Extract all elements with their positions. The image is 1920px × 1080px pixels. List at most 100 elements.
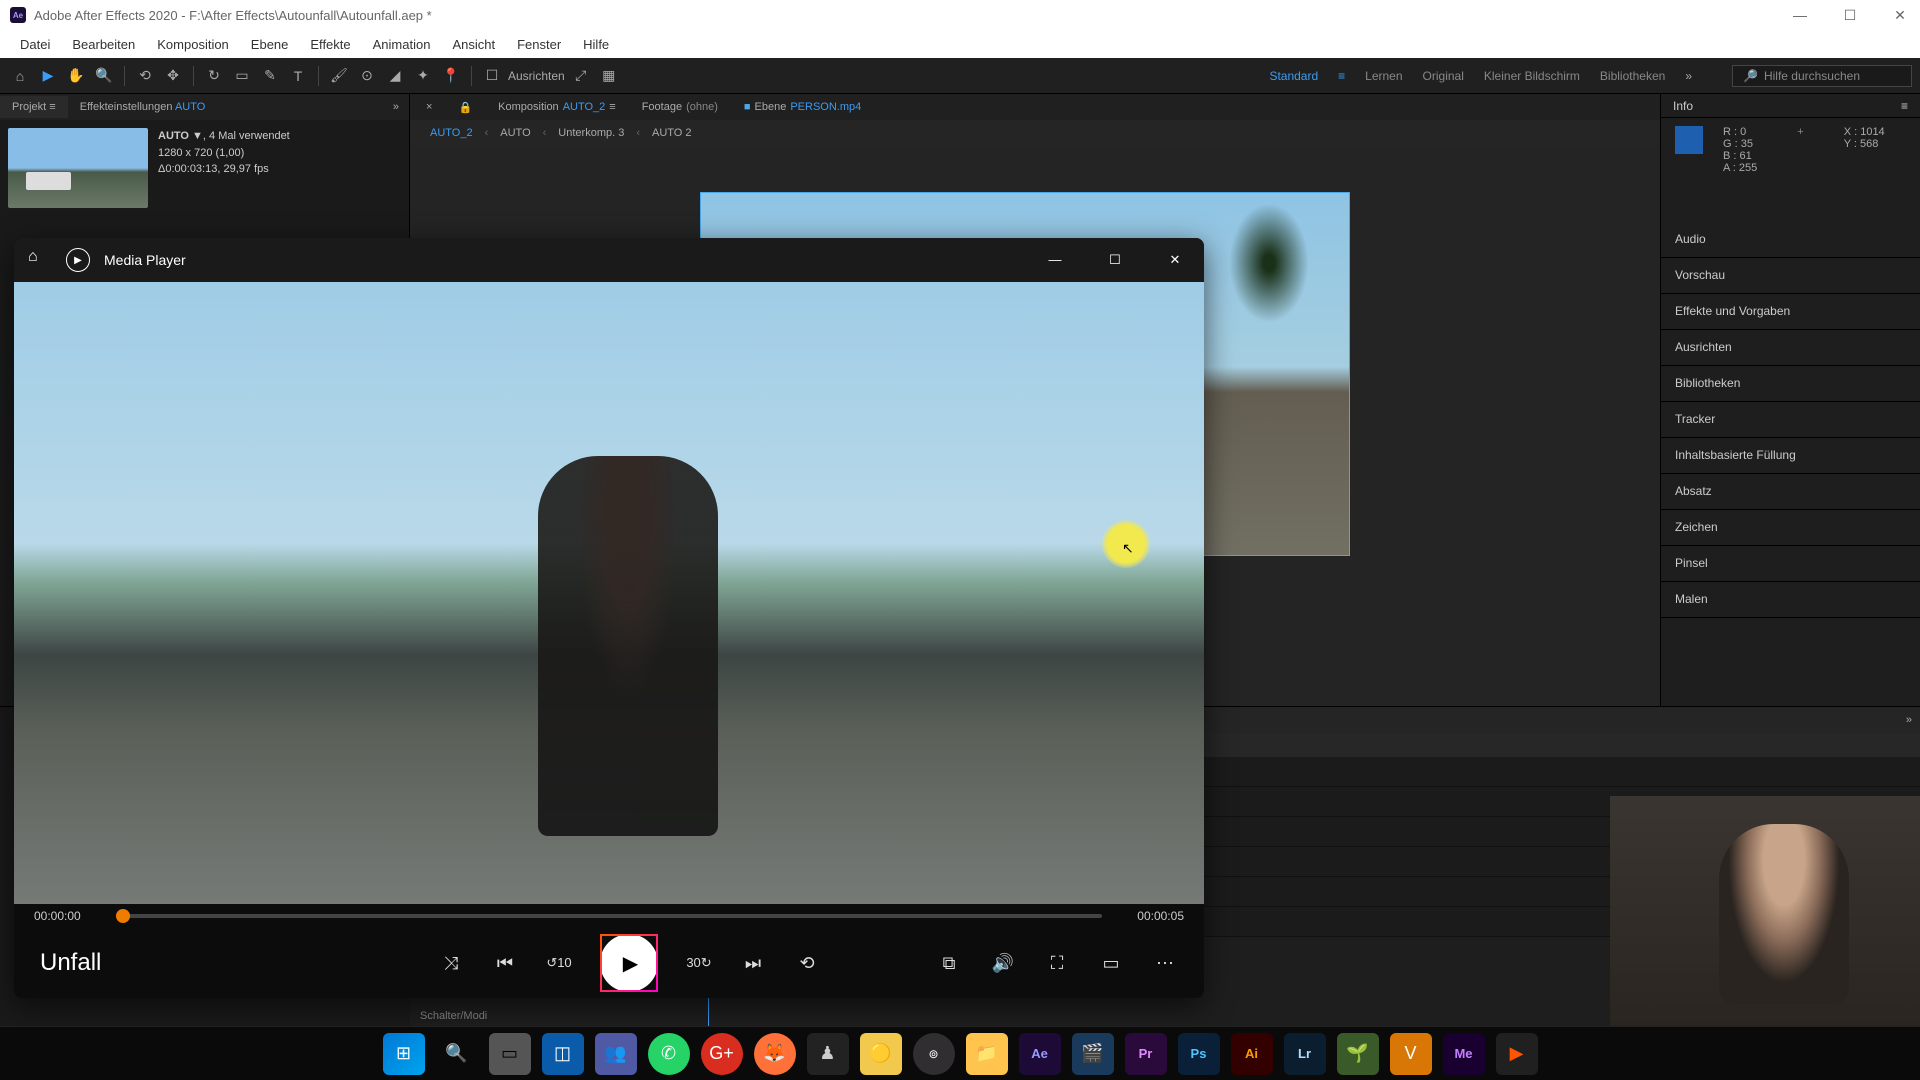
minimize-button[interactable]: — <box>1790 5 1810 25</box>
app-red-icon[interactable]: G+ <box>701 1033 743 1075</box>
rewind-10-icon[interactable]: ↺10 <box>546 955 572 971</box>
close-button[interactable]: ✕ <box>1890 5 1910 25</box>
fullscreen-icon[interactable]: ⛶ <box>1044 953 1070 974</box>
menu-bearbeiten[interactable]: Bearbeiten <box>62 33 145 56</box>
menu-hilfe[interactable]: Hilfe <box>573 33 619 56</box>
snap-opt2[interactable]: ▦ <box>597 64 621 88</box>
widgets-icon[interactable]: ◫ <box>542 1033 584 1075</box>
zoom-tool[interactable]: 🔍 <box>92 64 116 88</box>
tab-ebene[interactable]: ■ Ebene PERSON.mp4 <box>734 97 871 117</box>
bc-auto2b[interactable]: AUTO 2 <box>644 127 700 139</box>
app-v-icon[interactable]: V <box>1390 1033 1432 1075</box>
panel-inhaltsbasierte[interactable]: Inhaltsbasierte Füllung <box>1661 438 1920 474</box>
start-button[interactable]: ⊞ <box>383 1033 425 1075</box>
cast-icon[interactable]: ▭ <box>1098 953 1124 974</box>
app-green-icon[interactable]: 🌱 <box>1337 1033 1379 1075</box>
taskbar-search[interactable]: 🔍 <box>436 1033 478 1075</box>
more-icon[interactable]: ⋯ <box>1152 953 1178 974</box>
eraser-tool[interactable]: ◢ <box>383 64 407 88</box>
selection-tool[interactable]: ▶ <box>36 64 60 88</box>
hand-tool[interactable]: ✋ <box>64 64 88 88</box>
roto-tool[interactable]: ✦ <box>411 64 435 88</box>
comp-tab-close[interactable]: × <box>416 97 442 117</box>
mp-video-area[interactable]: ↖ <box>14 282 1204 904</box>
captions-icon[interactable]: ⧉ <box>936 953 962 974</box>
menu-datei[interactable]: Datei <box>10 33 60 56</box>
ps-taskbar-icon[interactable]: Ps <box>1178 1033 1220 1075</box>
panel-bibliotheken[interactable]: Bibliotheken <box>1661 366 1920 402</box>
menu-fenster[interactable]: Fenster <box>507 33 571 56</box>
panel-info-head[interactable]: Info≡ <box>1661 94 1920 118</box>
play-button[interactable]: ▶ <box>600 934 658 992</box>
lr-taskbar-icon[interactable]: Lr <box>1284 1033 1326 1075</box>
bc-auto[interactable]: AUTO <box>492 127 538 139</box>
panel-tracker[interactable]: Tracker <box>1661 402 1920 438</box>
snap-checkbox[interactable]: ☐ <box>480 64 504 88</box>
forward-30-icon[interactable]: 30↻ <box>686 955 712 971</box>
brush-tool[interactable]: 🖌 <box>327 64 351 88</box>
panel-malen[interactable]: Malen <box>1661 582 1920 618</box>
menu-animation[interactable]: Animation <box>363 33 441 56</box>
me-taskbar-icon[interactable]: Me <box>1443 1033 1485 1075</box>
menu-ansicht[interactable]: Ansicht <box>442 33 505 56</box>
mp-home-icon[interactable]: ⌂ <box>28 248 52 272</box>
mp-seek-track[interactable] <box>116 914 1102 918</box>
firefox-icon[interactable]: 🦊 <box>754 1033 796 1075</box>
panel-effekte[interactable]: Effekte und Vorgaben <box>1661 294 1920 330</box>
repeat-icon[interactable]: ⟲ <box>794 953 820 974</box>
workspace-standard[interactable]: Standard <box>1269 69 1318 83</box>
panel-ausrichten[interactable]: Ausrichten <box>1661 330 1920 366</box>
puppet-tool[interactable]: 📍 <box>439 64 463 88</box>
tl-overflow-icon[interactable]: » <box>1898 714 1920 726</box>
dropdown-icon[interactable]: ▼ <box>192 130 203 142</box>
mediaplayer-taskbar-icon[interactable]: ▶ <box>1496 1033 1538 1075</box>
orbit-tool[interactable]: ⟲ <box>133 64 157 88</box>
panel-absatz[interactable]: Absatz <box>1661 474 1920 510</box>
workspace-original[interactable]: Original <box>1423 69 1464 83</box>
maximize-button[interactable]: ☐ <box>1840 5 1860 25</box>
tab-effekteinstellungen[interactable]: Effekteinstellungen AUTO <box>68 96 218 118</box>
bc-unterkomp[interactable]: Unterkomp. 3 <box>550 127 632 139</box>
lock-icon[interactable]: 🔒 <box>448 97 482 118</box>
clone-tool[interactable]: ⊙ <box>355 64 379 88</box>
volume-icon[interactable]: 🔊 <box>990 953 1016 974</box>
app-video-icon[interactable]: 🎬 <box>1072 1033 1114 1075</box>
workspace-lernen[interactable]: Lernen <box>1365 69 1402 83</box>
pan-tool[interactable]: ✥ <box>161 64 185 88</box>
menu-komposition[interactable]: Komposition <box>147 33 239 56</box>
app-figure-icon[interactable]: ♟ <box>807 1033 849 1075</box>
ae-taskbar-icon[interactable]: Ae <box>1019 1033 1061 1075</box>
explorer-icon[interactable]: 📁 <box>966 1033 1008 1075</box>
project-item[interactable]: AUTO ▼, 4 Mal verwendet 1280 x 720 (1,00… <box>0 120 409 216</box>
mp-minimize-button[interactable]: — <box>1040 252 1070 268</box>
next-track-icon[interactable]: ⏭ <box>740 953 766 974</box>
mp-maximize-button[interactable]: ☐ <box>1100 252 1130 268</box>
pen-tool[interactable]: ✎ <box>258 64 282 88</box>
panel-zeichen[interactable]: Zeichen <box>1661 510 1920 546</box>
menu-effekte[interactable]: Effekte <box>300 33 360 56</box>
teams-icon[interactable]: 👥 <box>595 1033 637 1075</box>
tab-footage[interactable]: Footage (ohne) <box>632 97 728 117</box>
mp-close-button[interactable]: ✕ <box>1160 252 1190 268</box>
workspace-overflow-icon[interactable]: » <box>1685 69 1692 83</box>
home-tool[interactable]: ⌂ <box>8 64 32 88</box>
app-yellow-icon[interactable]: 🟡 <box>860 1033 902 1075</box>
rotate-tool[interactable]: ↻ <box>202 64 226 88</box>
panel-audio[interactable]: Audio <box>1661 222 1920 258</box>
prev-track-icon[interactable]: ⏮ <box>492 953 518 974</box>
search-help[interactable]: 🔎 Hilfe durchsuchen <box>1732 65 1912 87</box>
shuffle-icon[interactable]: ⤨ <box>438 953 464 974</box>
snap-label[interactable]: Ausrichten <box>508 69 565 83</box>
pr-taskbar-icon[interactable]: Pr <box>1125 1033 1167 1075</box>
snap-opt1[interactable]: ⤢ <box>569 64 593 88</box>
panel-pinsel[interactable]: Pinsel <box>1661 546 1920 582</box>
tab-komposition[interactable]: Komposition AUTO_2 ≡ <box>488 97 626 117</box>
task-view-icon[interactable]: ▭ <box>489 1033 531 1075</box>
workspace-bibliotheken[interactable]: Bibliotheken <box>1600 69 1665 83</box>
ai-taskbar-icon[interactable]: Ai <box>1231 1033 1273 1075</box>
panel-vorschau[interactable]: Vorschau <box>1661 258 1920 294</box>
rect-tool[interactable]: ▭ <box>230 64 254 88</box>
bc-auto2[interactable]: AUTO_2 <box>422 127 481 139</box>
workspace-kleiner[interactable]: Kleiner Bildschirm <box>1484 69 1580 83</box>
obs-icon[interactable]: ⊚ <box>913 1033 955 1075</box>
